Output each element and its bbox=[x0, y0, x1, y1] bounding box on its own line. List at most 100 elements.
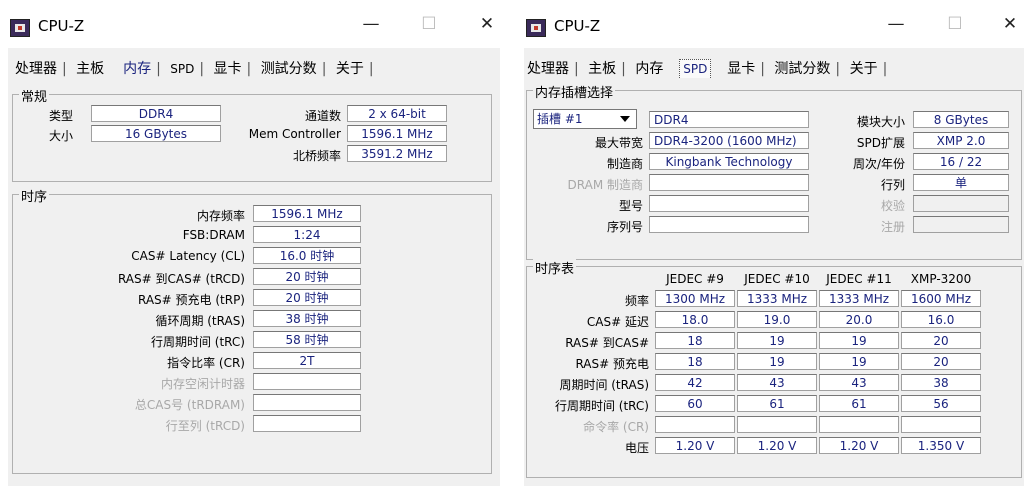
close-button[interactable]: ✕ bbox=[995, 14, 1025, 34]
table-cell: 19 bbox=[819, 332, 899, 349]
title-bar[interactable]: CPU-Z — ☐ ✕ bbox=[516, 0, 1032, 44]
serial-number-label: 序列号 bbox=[606, 220, 643, 234]
maximize-button[interactable]: ☐ bbox=[940, 14, 970, 34]
row-label: 电压 bbox=[624, 441, 649, 455]
table-cell: 19 bbox=[737, 353, 817, 370]
table-cell: 43 bbox=[819, 374, 899, 391]
tab-memory[interactable]: 内存 bbox=[120, 56, 154, 80]
week-year-label: 周次/年份 bbox=[852, 157, 905, 171]
title-bar[interactable]: CPU-Z — ☐ ✕ bbox=[0, 0, 508, 44]
table-cell: 61 bbox=[737, 395, 817, 412]
table-cell: 42 bbox=[655, 374, 735, 391]
tab-bench[interactable]: 测試分数 bbox=[771, 56, 833, 80]
timing-value: 38 时钟 bbox=[253, 310, 361, 327]
table-cell: 20.0 bbox=[819, 311, 899, 328]
tab-memory[interactable]: 内存 bbox=[632, 56, 666, 80]
cpuz-app-icon bbox=[526, 19, 546, 37]
table-cell: 1600 MHz bbox=[901, 290, 981, 307]
ranks-label: 行列 bbox=[880, 178, 905, 192]
serial-redaction bbox=[695, 218, 771, 231]
table-cell bbox=[737, 416, 817, 433]
tab-strip: 处理器 | 主板 | 内存 SPD 显卡 | 测試分数 | 关于 | bbox=[524, 56, 889, 80]
table-cell: 18.0 bbox=[655, 311, 735, 328]
row-label: RAS# 到CAS# bbox=[565, 336, 649, 350]
tab-graphics[interactable]: 显卡 bbox=[724, 56, 758, 80]
window-body: 处理器 | 主板 内存 | SPD | 显卡 | 测試分数 | 关于 | 常规 类型 DDR… bbox=[8, 48, 500, 486]
table-cell: 56 bbox=[901, 395, 981, 412]
slot-group-title: 内存插槽选择 bbox=[533, 82, 616, 101]
timing-label: 循环周期 (tRAS) bbox=[155, 314, 245, 328]
spd-ext-label: SPD扩展 bbox=[856, 136, 905, 150]
timing-label: 行至列 (tRCD) bbox=[165, 419, 245, 433]
row-label: 频率 bbox=[624, 294, 649, 308]
table-cell: 60 bbox=[655, 395, 735, 412]
row-label: RAS# 预充电 bbox=[575, 357, 649, 371]
table-cell: 1333 MHz bbox=[819, 290, 899, 307]
table-cell: 18 bbox=[655, 332, 735, 349]
tab-cpu[interactable]: 处理器 bbox=[524, 56, 572, 80]
timing-label: 内存频率 bbox=[196, 209, 245, 223]
table-cell: 43 bbox=[737, 374, 817, 391]
tab-about[interactable]: 关于 bbox=[333, 56, 367, 80]
timing-label: RAS# 预充电 (tRP) bbox=[137, 293, 245, 307]
window-body: 处理器 | 主板 | 内存 SPD 显卡 | 测試分数 | 关于 | 内存插槽选择 插槽 … bbox=[524, 48, 1024, 486]
window-title: CPU-Z bbox=[554, 17, 601, 35]
table-cell: 20 bbox=[901, 353, 981, 370]
timing-label: 指令比率 (CR) bbox=[167, 356, 245, 370]
cpuz-window-spd: CPU-Z — ☐ ✕ 处理器 | 主板 | 内存 SPD 显卡 | 测試分数 | 关于… bbox=[516, 0, 1032, 486]
tab-mainboard[interactable]: 主板 bbox=[585, 56, 619, 80]
tab-cpu[interactable]: 处理器 bbox=[12, 56, 60, 80]
row-label: 周期时间 (tRAS) bbox=[559, 378, 649, 392]
channels-label: 通道数 bbox=[304, 109, 341, 123]
dram-manufacturer-label: DRAM 制造商 bbox=[567, 178, 643, 192]
week-year-value: 16 / 22 bbox=[913, 153, 1009, 170]
correction-label: 校验 bbox=[880, 199, 905, 213]
table-cell bbox=[819, 416, 899, 433]
timing-value bbox=[253, 415, 361, 432]
mem-controller-value: 1596.1 MHz bbox=[347, 125, 447, 142]
table-cell: 61 bbox=[819, 395, 899, 412]
cpuz-window-memory: CPU-Z — ☐ ✕ 处理器 | 主板 内存 | SPD | 显卡 | 测試分数 | 关… bbox=[0, 0, 508, 486]
correction-value bbox=[913, 195, 1009, 212]
size-value: 16 GBytes bbox=[91, 125, 221, 142]
tab-mainboard[interactable]: 主板 bbox=[73, 56, 107, 80]
minimize-button[interactable]: — bbox=[356, 14, 386, 34]
timing-value: 20 时钟 bbox=[253, 268, 361, 285]
timing-value bbox=[253, 373, 361, 390]
manufacturer-label: 制造商 bbox=[606, 157, 643, 171]
column-header: JEDEC #9 bbox=[666, 272, 724, 286]
close-button[interactable]: ✕ bbox=[472, 14, 502, 34]
mem-controller-label: Mem Controller bbox=[248, 127, 341, 141]
timing-label: CAS# Latency (CL) bbox=[131, 249, 245, 263]
timing-label: RAS# 到CAS# (tRCD) bbox=[117, 272, 245, 286]
size-label: 大小 bbox=[48, 129, 73, 143]
table-cell: 18 bbox=[655, 353, 735, 370]
tab-graphics[interactable]: 显卡 bbox=[211, 56, 245, 80]
table-cell: 1333 MHz bbox=[737, 290, 817, 307]
ranks-value: 单 bbox=[913, 174, 1009, 191]
general-group: 常规 类型 DDR4 大小 16 GBytes 通道数 2 x 64-bit M… bbox=[12, 86, 492, 182]
module-size-value: 8 GBytes bbox=[913, 111, 1009, 128]
module-type-value: DDR4 bbox=[649, 111, 809, 128]
dram-manufacturer-value bbox=[649, 174, 809, 191]
tab-bench[interactable]: 测試分数 bbox=[258, 56, 320, 80]
tab-spd[interactable]: SPD bbox=[167, 60, 197, 78]
table-cell: 1.20 V bbox=[819, 437, 899, 454]
timing-label: 行周期时间 (tRC) bbox=[150, 335, 245, 349]
timings-table-title: 时序表 bbox=[533, 258, 577, 277]
tab-spd[interactable]: SPD bbox=[679, 59, 712, 78]
timing-value: 1596.1 MHz bbox=[253, 205, 361, 222]
nb-freq-label: 北桥频率 bbox=[292, 149, 341, 163]
minimize-button[interactable]: — bbox=[881, 14, 911, 34]
module-size-label: 模块大小 bbox=[856, 115, 905, 129]
timing-value: 58 时钟 bbox=[253, 331, 361, 348]
table-cell: 19.0 bbox=[737, 311, 817, 328]
timings-table-group: 时序表 JEDEC #9 JEDEC #10 JEDEC #11 XMP-3200 频率… bbox=[526, 258, 1022, 478]
tab-about[interactable]: 关于 bbox=[847, 56, 881, 80]
chevron-down-icon bbox=[620, 116, 630, 122]
maximize-button[interactable]: ☐ bbox=[414, 14, 444, 34]
timing-value: 16.0 时钟 bbox=[253, 247, 361, 264]
slot-select[interactable]: 插槽 #1 bbox=[533, 109, 637, 129]
general-group-title: 常规 bbox=[19, 86, 50, 105]
timing-label: 内存空闲计时器 bbox=[160, 377, 245, 391]
